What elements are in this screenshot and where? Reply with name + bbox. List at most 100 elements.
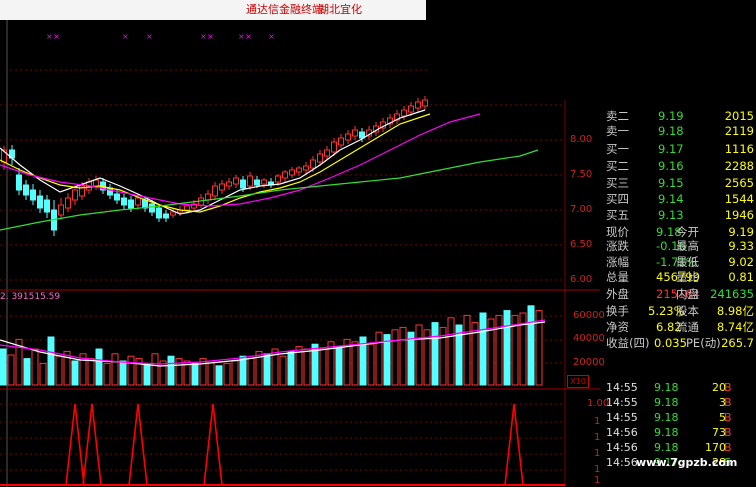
ma5-line bbox=[0, 109, 426, 215]
stat-value: 9.33 bbox=[728, 239, 754, 253]
candle-body bbox=[58, 204, 64, 216]
tick-price: 9.18 bbox=[654, 426, 679, 439]
volume-bar bbox=[527, 305, 535, 386]
volume-bar bbox=[391, 329, 399, 386]
bid-label: 买二 bbox=[606, 159, 629, 173]
ask-row[interactable]: 卖一 9.18 2119 bbox=[604, 123, 756, 140]
volume-bar bbox=[223, 362, 231, 386]
stat-row: 换手 5.23% 股本 8.98亿 bbox=[604, 303, 756, 320]
volume-bar bbox=[143, 362, 151, 386]
candle-body bbox=[324, 149, 330, 157]
signal-marker: × bbox=[53, 32, 60, 41]
indicator-axis-label: 1 bbox=[594, 464, 601, 475]
volume-bar bbox=[7, 354, 15, 386]
bid-label: 买四 bbox=[606, 192, 629, 206]
candle-body bbox=[240, 179, 246, 189]
volume-bar bbox=[191, 362, 199, 386]
bid-label: 买三 bbox=[606, 176, 629, 190]
candle-body bbox=[156, 207, 162, 219]
volume-bar bbox=[111, 353, 119, 386]
candle-body bbox=[303, 165, 309, 171]
bid-row[interactable]: 买三 9.15 2565 bbox=[604, 175, 756, 192]
candle-body bbox=[205, 193, 211, 201]
x10-button[interactable]: X10 bbox=[567, 375, 589, 388]
stat-label: 最高 bbox=[676, 239, 699, 253]
tick-side: B bbox=[724, 441, 732, 454]
candle-body bbox=[37, 195, 43, 209]
bid-price: 9.13 bbox=[658, 208, 684, 222]
candle-body bbox=[345, 133, 351, 141]
volume-bar bbox=[215, 365, 223, 386]
bid-volume: 1946 bbox=[724, 208, 754, 222]
candle-body bbox=[163, 213, 169, 219]
tick-side: B bbox=[724, 381, 732, 394]
signal-marker: × bbox=[268, 32, 275, 41]
candle-body bbox=[296, 167, 302, 173]
tick-row[interactable]: 14:56 9.18 170 B bbox=[604, 440, 756, 455]
indicator-axis-label: 1 bbox=[594, 432, 601, 443]
candle-body bbox=[219, 183, 225, 191]
bid-price: 9.17 bbox=[658, 142, 684, 156]
candle-body bbox=[30, 189, 36, 201]
volume-bar bbox=[463, 314, 471, 386]
volume-bar bbox=[39, 362, 47, 386]
volume-bar bbox=[95, 348, 103, 386]
volume-bar bbox=[351, 341, 359, 386]
candle-body bbox=[212, 185, 218, 197]
indicator-spike bbox=[82, 403, 102, 486]
candle-body bbox=[72, 189, 78, 201]
signal-marker: × bbox=[46, 32, 53, 41]
volume-bar bbox=[335, 346, 343, 386]
stat-label: 流通 bbox=[676, 320, 699, 334]
volume-bar bbox=[247, 358, 255, 386]
tick-price: 9.18 bbox=[654, 441, 679, 454]
bid-volume: 1116 bbox=[724, 142, 754, 156]
volume-bar bbox=[207, 360, 215, 386]
candle-body bbox=[128, 199, 134, 209]
indicator-spike bbox=[203, 403, 223, 486]
bid-price: 9.14 bbox=[658, 192, 684, 206]
tick-side: B bbox=[724, 396, 732, 409]
stat-label: 换手 bbox=[606, 304, 629, 318]
candle-body bbox=[184, 205, 190, 211]
bid-row[interactable]: 买二 9.16 2288 bbox=[604, 158, 756, 175]
volume-bar bbox=[447, 317, 455, 386]
volume-bar bbox=[47, 336, 55, 386]
stat-value: 0.81 bbox=[728, 270, 754, 284]
tick-row[interactable]: 14:55 9.18 3 B bbox=[604, 395, 756, 410]
tick-row[interactable]: 14:55 9.18 20 B bbox=[604, 380, 756, 395]
volume-bar bbox=[319, 348, 327, 386]
candle-body bbox=[44, 199, 50, 213]
kline-chart[interactable]: × × × × × × × × × bbox=[0, 0, 600, 487]
signal-marker: × bbox=[146, 32, 153, 41]
volume-bar bbox=[127, 355, 135, 386]
bid-row[interactable]: 买四 9.14 1544 bbox=[604, 191, 756, 208]
ask-volume: 2119 bbox=[724, 124, 754, 138]
stat-value: 241635 bbox=[710, 287, 754, 301]
bid-row[interactable]: 买一 9.17 1116 bbox=[604, 141, 756, 158]
stat-label: 涨跌 bbox=[606, 239, 629, 253]
volume-bar bbox=[31, 348, 39, 386]
volume-bar bbox=[503, 310, 511, 386]
stat-label: 净资 bbox=[606, 320, 629, 334]
stat-label: 股本 bbox=[676, 304, 699, 318]
indicator-spike bbox=[504, 403, 524, 486]
volume-bar bbox=[0, 348, 7, 386]
candle-body bbox=[121, 197, 127, 206]
candle-body bbox=[16, 174, 22, 191]
tick-row[interactable]: 14:56 9.18 73 B bbox=[604, 425, 756, 440]
bid-row[interactable]: 买五 9.13 1946 bbox=[604, 207, 756, 224]
signal-marker: × bbox=[245, 32, 252, 41]
tick-price: 9.18 bbox=[654, 381, 679, 394]
candle-body bbox=[331, 141, 337, 153]
volume-bar bbox=[159, 360, 167, 386]
tick-row[interactable]: 14:55 9.18 5 B bbox=[604, 410, 756, 425]
stat-label: 收益(四) bbox=[606, 336, 650, 350]
volume-bar bbox=[239, 355, 247, 386]
volume-bar bbox=[431, 322, 439, 386]
tick-price: 9.18 bbox=[654, 411, 679, 424]
indicator-axis-label: 1 bbox=[594, 416, 601, 427]
volume-bar bbox=[23, 358, 31, 386]
candle-body bbox=[401, 109, 407, 117]
candle-body bbox=[93, 179, 99, 187]
